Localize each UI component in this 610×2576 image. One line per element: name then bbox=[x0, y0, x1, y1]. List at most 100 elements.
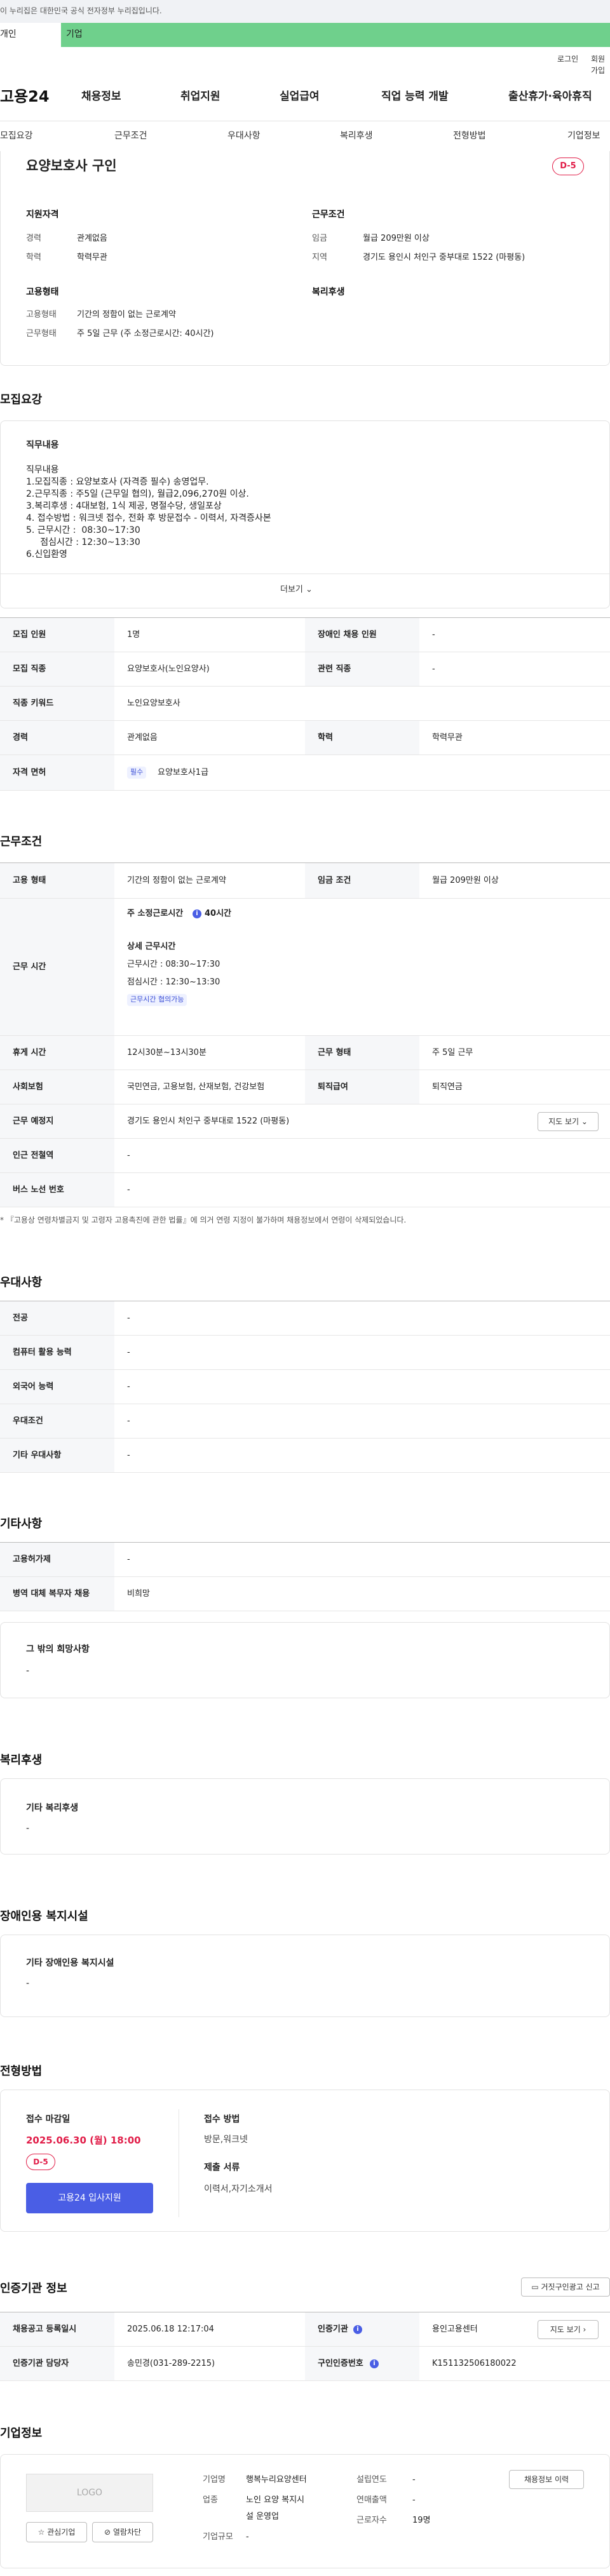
apply-button[interactable]: 고용24 입사지원 bbox=[26, 2183, 153, 2213]
size-value: - bbox=[246, 2532, 249, 2542]
keyword-label: 직종 키워드 bbox=[13, 699, 54, 708]
tab-company[interactable]: 기업 bbox=[61, 23, 610, 47]
table-row: 채용공고 등록일시 2025.06.18 12:17:04 인증기관 i 용인고… bbox=[0, 2312, 610, 2347]
snb-conditions[interactable]: 근무조건 bbox=[114, 130, 147, 143]
duty-line: 3.복리후생 : 4대보험, 1식 제공, 명절수당, 생일포상 bbox=[26, 501, 222, 511]
join-link[interactable]: 회원가입 bbox=[591, 53, 610, 76]
block-label: 열람차단 bbox=[112, 2528, 142, 2537]
insurance-value: 국민연금, 고용보험, 산재보험, 건강보험 bbox=[127, 1082, 265, 1092]
snb-welfare[interactable]: 복리후생 bbox=[340, 130, 373, 143]
cert-num-label: 구인인증번호 bbox=[318, 2359, 363, 2368]
org-map-button[interactable]: 지도 보기 › bbox=[538, 2320, 599, 2339]
age-notice: * 『고용상 연령차별금지 및 고령자 고용촉진에 관한 법률』에 의거 연령 … bbox=[0, 1216, 407, 1224]
fav-company-button[interactable]: ☆ 관심기업 bbox=[26, 2522, 87, 2542]
duty-card: 직무내용 직무내용 1.모집직종 : 요양보호사 (자격증 필수) 송영업무. … bbox=[0, 420, 610, 608]
map-view-button[interactable]: 지도 보기 ⌄ bbox=[538, 1112, 599, 1131]
docs-value: 이력서,자기소개서 bbox=[204, 2184, 273, 2194]
cert-heading: 인증기관 정보 bbox=[0, 2282, 67, 2295]
disab-box-value: - bbox=[26, 1978, 30, 1989]
work-form-label: 근무 형태 bbox=[318, 1048, 351, 1057]
gnb-jobs[interactable]: 채용정보 bbox=[81, 89, 121, 105]
site-logo[interactable]: 고용24 bbox=[0, 85, 50, 108]
welfare-box-value: - bbox=[26, 1823, 30, 1834]
table-row: 사회보험 국민연금, 고용보험, 산재보험, 건강보험 퇴직급여 퇴직연금 bbox=[0, 1070, 610, 1104]
gnb-employment-support[interactable]: 취업지원 bbox=[180, 89, 220, 105]
deadline-value: 2025.06.30 (월) 18:00 bbox=[26, 2135, 141, 2146]
duty-content: 직무내용 1.모집직종 : 요양보호사 (자격증 필수) 송영업무. 2.근무직… bbox=[26, 464, 271, 561]
table-row: 모집 인원 1명 장애인 채용 인원 - bbox=[0, 618, 610, 652]
pref-heading: 우대사항 bbox=[0, 1276, 43, 1289]
disab-heading: 장애인용 복지시설 bbox=[0, 1910, 88, 1923]
wage-cond-value: 월급 209만원 이상 bbox=[432, 876, 499, 885]
work-heading: 근무조건 bbox=[0, 835, 43, 849]
duty-line: 직무내용 bbox=[26, 465, 59, 475]
table-row: 우대조건 - bbox=[0, 1404, 610, 1439]
negotiable-badge: 근무시간 협의가능 bbox=[127, 994, 187, 1006]
snb-recruit[interactable]: 모집요강 bbox=[0, 130, 33, 143]
insurance-label: 사회보험 bbox=[13, 1082, 43, 1092]
gnb-job-training[interactable]: 직업 능력 개발 bbox=[381, 89, 449, 105]
table-row: 전공 - bbox=[0, 1301, 610, 1336]
more-button[interactable]: 더보기 ⌄ bbox=[280, 584, 313, 596]
computer-value: - bbox=[127, 1348, 130, 1357]
military-label: 병역 대체 복무자 채용 bbox=[13, 1589, 90, 1599]
info-icon[interactable]: i bbox=[193, 909, 201, 918]
gnb-unemployment-benefit[interactable]: 실업급여 bbox=[280, 89, 320, 105]
other-wish-value: - bbox=[26, 1666, 30, 1676]
gov-banner-text: 이 누리집은 대한민국 공식 전자정부 누리집입니다. bbox=[0, 6, 162, 15]
wage-label: 임금 bbox=[312, 234, 327, 243]
computer-label: 컴퓨터 활용 능력 bbox=[13, 1348, 72, 1357]
workplace-label: 근무 예정지 bbox=[13, 1117, 54, 1126]
tab-personal[interactable]: 개인 bbox=[0, 23, 61, 47]
disabled-count-value: - bbox=[432, 630, 435, 640]
document-icon: ▭ bbox=[531, 2283, 539, 2291]
deadline-title: 접수 마감일 bbox=[26, 2114, 71, 2124]
work-form-value: 주 5일 근무 bbox=[432, 1048, 473, 1057]
career-row-label: 경력 bbox=[13, 733, 28, 742]
industry-value-1: 노인 요양 복지시 bbox=[246, 2495, 304, 2505]
pref-etc-label: 기타 우대사항 bbox=[13, 1451, 62, 1460]
detail-hours-title: 상세 근무시간 bbox=[127, 942, 176, 951]
permit-label: 고용허가제 bbox=[13, 1555, 51, 1564]
manager-value: 송민경(031-289-2215) bbox=[127, 2359, 215, 2368]
pref-cond-value: - bbox=[127, 1416, 130, 1426]
rest-label: 휴게 시간 bbox=[13, 1048, 46, 1057]
edu-row-label: 학력 bbox=[318, 733, 333, 742]
snb-process[interactable]: 전형방법 bbox=[453, 130, 486, 143]
related-occupation-label: 관련 직종 bbox=[318, 664, 351, 674]
job-summary-card: 요양보호사 구인 D-5 지원자격 경력 관계없음 학력 학력무관 고용형태 고… bbox=[0, 151, 610, 366]
info-icon[interactable]: i bbox=[353, 2325, 362, 2334]
industry-value-2: 설 운영업 bbox=[246, 2512, 279, 2521]
subway-value: - bbox=[127, 1151, 130, 1160]
emp-label: 고용 형태 bbox=[13, 876, 46, 885]
table-row: 근무 시간 주 소정근로시간 i 40시간 상세 근무시간 근무시간 : 08:… bbox=[0, 899, 610, 1036]
table-row: 모집 직종 요양보호사(노인요양사) 관련 직종 - bbox=[0, 652, 610, 687]
docs-title: 제출 서류 bbox=[204, 2163, 240, 2173]
sales-label: 연매출액 bbox=[356, 2495, 387, 2505]
login-link[interactable]: 로그인 bbox=[557, 53, 578, 65]
table-row: 자격 면허 필수 요양보호사1급 bbox=[0, 755, 610, 791]
snb-company[interactable]: 기업정보 bbox=[567, 130, 600, 143]
chevron-right-icon: › bbox=[583, 2325, 586, 2334]
chevron-down-icon: ⌄ bbox=[306, 585, 313, 594]
recruit-heading: 모집요강 bbox=[0, 393, 43, 406]
duty-line: 4. 접수방법 : 워크넷 접수, 전화 후 방문접수 - 이력서, 자격증사본 bbox=[26, 513, 271, 523]
block-button[interactable]: ⊘ 열람차단 bbox=[92, 2522, 153, 2542]
duty-line: 2.근무직종 : 주5일 (근무일 협의), 월급2,096,270원 이상. bbox=[26, 489, 249, 499]
hire-history-button[interactable]: 채용정보 이력 bbox=[509, 2470, 584, 2489]
duty-line: 5. 근무시간 : 08:30~17:30 bbox=[26, 525, 140, 535]
company-name-label: 기업명 bbox=[203, 2475, 226, 2485]
retirement-value: 퇴직연금 bbox=[432, 1082, 463, 1092]
weekly-hours-value: 40시간 bbox=[205, 909, 232, 918]
report-button[interactable]: ▭ 거짓구인광고 신고 bbox=[521, 2277, 610, 2297]
org-value: 용인고용센터 bbox=[432, 2324, 478, 2334]
report-label: 거짓구인광고 신고 bbox=[541, 2283, 600, 2291]
emp-value: 기간의 정함이 없는 근로계약 bbox=[127, 876, 226, 885]
welfare-heading: 복리후생 bbox=[0, 1754, 43, 1767]
snb-preference[interactable]: 우대사항 bbox=[227, 130, 261, 143]
reg-label: 채용공고 등록일시 bbox=[13, 2324, 77, 2334]
duty-line: 6.신입환영 bbox=[26, 549, 67, 560]
gnb-parental-leave[interactable]: 출산휴가·육아휴직 bbox=[508, 89, 592, 105]
info-icon[interactable]: i bbox=[370, 2359, 379, 2368]
industry-label: 업종 bbox=[203, 2495, 218, 2505]
